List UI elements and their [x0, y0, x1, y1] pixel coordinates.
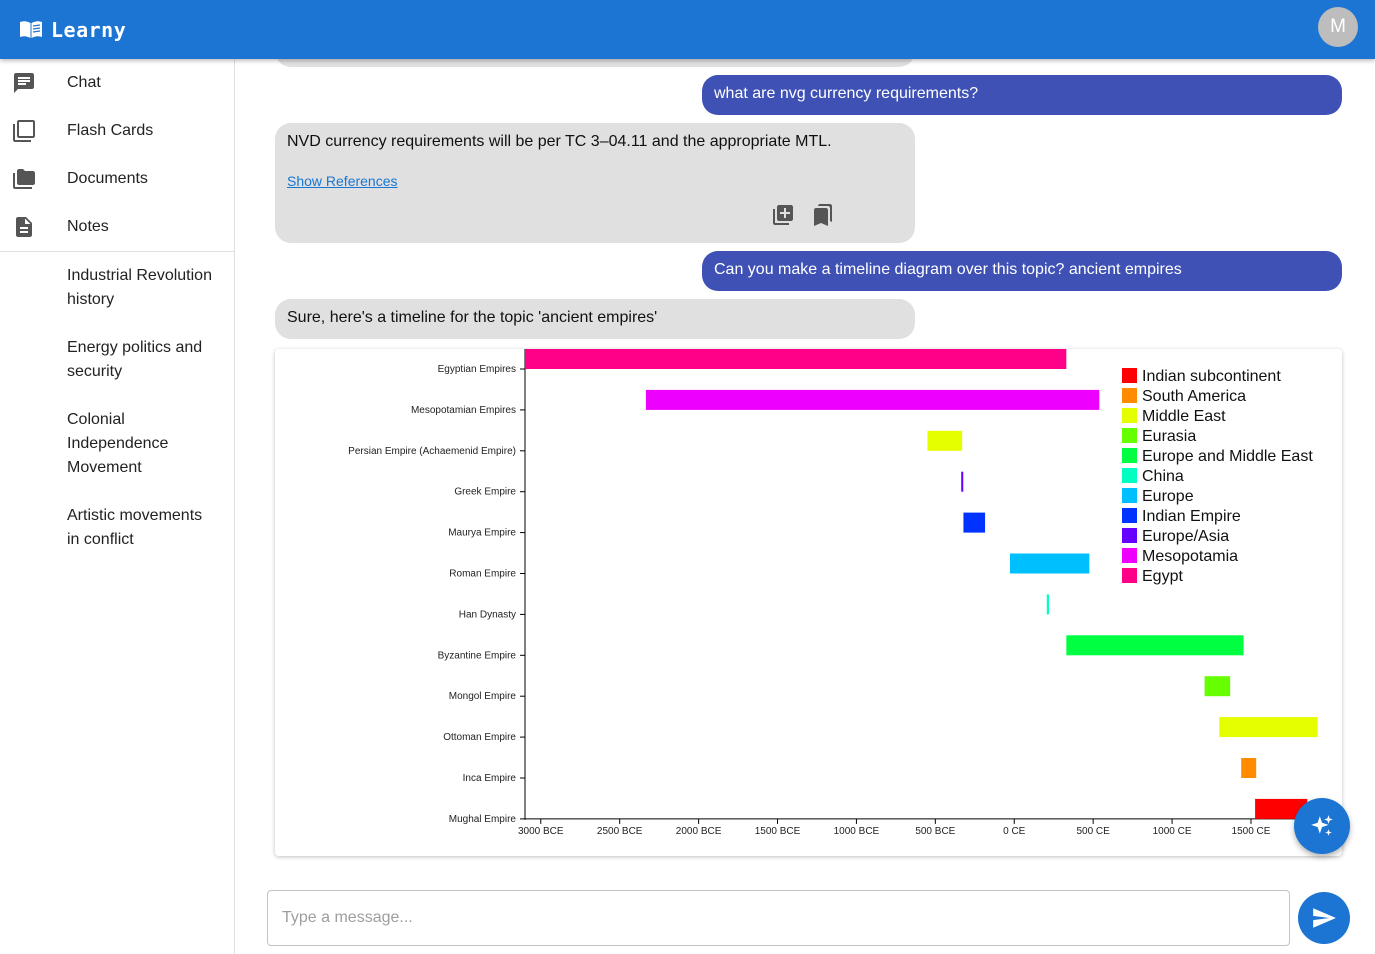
- sidebar-item-label: Flash Cards: [67, 122, 154, 139]
- topic-item[interactable]: Colonial Independence Movement: [0, 396, 234, 492]
- message-input[interactable]: [267, 890, 1290, 946]
- send-button[interactable]: [1298, 892, 1350, 944]
- x-tick-label: 2500 BCE: [597, 826, 643, 837]
- folder-icon: [12, 169, 35, 189]
- legend-swatch: [1122, 388, 1137, 403]
- timeline-chart-card: Egyptian Empires Mesopotamian Empires Pers…: [275, 349, 1342, 856]
- legend-label: Europe: [1142, 488, 1194, 505]
- timeline-chart: Egyptian Empires Mesopotamian Empires Pers…: [348, 349, 1322, 837]
- assistant-message-text: NVD currency requirements will be per TC…: [287, 133, 832, 150]
- notes-icon: [16, 217, 32, 237]
- add-to-flash-cards-icon[interactable]: [771, 203, 795, 227]
- sidebar-item-chat[interactable]: Chat: [0, 59, 234, 107]
- legend-swatch: [1122, 408, 1137, 423]
- timeline-bar: [1009, 553, 1090, 574]
- legend-label: Mesopotamia: [1142, 548, 1238, 565]
- x-tick-label: 1000 CE: [1153, 826, 1192, 837]
- timeline-bar: [961, 471, 964, 492]
- legend-label: Eurasia: [1142, 428, 1196, 445]
- y-tick-label: Mesopotamian Empires: [411, 405, 516, 416]
- timeline-bar: [525, 349, 1067, 369]
- sidebar-item-label: Documents: [67, 170, 148, 187]
- legend-swatch: [1122, 528, 1137, 543]
- legend-label: Middle East: [1142, 408, 1226, 425]
- x-tick-label: 1500 CE: [1232, 826, 1271, 837]
- y-tick-label: Ottoman Empire: [443, 732, 516, 743]
- legend-swatch: [1122, 568, 1137, 583]
- x-tick-label: 2000 BCE: [676, 826, 722, 837]
- topic-item[interactable]: Industrial Revolution history: [0, 252, 234, 324]
- y-tick-label: Greek Empire: [454, 487, 516, 498]
- assistant-message: Sure, here's a timeline for the topic 'a…: [275, 299, 915, 339]
- x-tick-label: 500 CE: [1076, 826, 1110, 837]
- x-tick-label: 0 CE: [1003, 826, 1026, 837]
- timeline-bar: [963, 512, 986, 533]
- chat-icon: [14, 73, 34, 93]
- legend-label: China: [1142, 468, 1184, 485]
- brand[interactable]: Learny: [19, 18, 126, 42]
- legend-swatch: [1122, 448, 1137, 463]
- timeline-bar: [927, 430, 963, 451]
- legend-swatch: [1122, 548, 1137, 563]
- assistant-message: NVD currency requirements will be per TC…: [275, 123, 915, 243]
- assistant-message-text: Sure, here's a timeline for the topic 'a…: [287, 309, 658, 326]
- app-name: Learny: [51, 17, 127, 42]
- legend-label: South America: [1142, 388, 1246, 405]
- flash-cards-icon: [13, 120, 35, 142]
- timeline-bar: [1046, 594, 1049, 615]
- y-tick-label: Inca Empire: [463, 773, 517, 784]
- legend-swatch: [1122, 368, 1137, 383]
- x-tick-label: 1500 BCE: [755, 826, 801, 837]
- legend-label: Europe and Middle East: [1142, 448, 1313, 465]
- show-references-link[interactable]: Show References: [287, 173, 398, 189]
- x-tick-label: 500 BCE: [915, 826, 955, 837]
- x-tick-label: 3000 BCE: [518, 826, 564, 837]
- sidebar-item-label: Notes: [67, 218, 109, 235]
- avatar[interactable]: M: [1318, 7, 1358, 47]
- bookmarks-icon[interactable]: [811, 203, 835, 227]
- sidebar-item-flash-cards[interactable]: Flash Cards: [0, 107, 234, 155]
- sparkles-icon: [1311, 815, 1333, 836]
- y-tick-label: Byzantine Empire: [438, 650, 517, 661]
- user-message: what are nvg currency requirements?: [702, 75, 1342, 115]
- ai-assist-button[interactable]: [1294, 798, 1350, 854]
- y-tick-label: Egyptian Empires: [438, 364, 516, 375]
- send-icon: [1313, 908, 1336, 928]
- timeline-bar: [1204, 676, 1231, 697]
- y-tick-label: Maurya Empire: [448, 528, 516, 539]
- sidebar: Chat Flash Cards Documents Notes Industr…: [0, 59, 235, 954]
- legend-swatch: [1122, 468, 1137, 483]
- timeline-bar: [1066, 635, 1244, 656]
- timeline-bar: [1241, 758, 1257, 778]
- x-tick-label: 1000 BCE: [834, 826, 880, 837]
- book-icon: [20, 20, 42, 38]
- sidebar-item-notes[interactable]: Notes: [0, 203, 234, 251]
- topic-item[interactable]: Energy politics and security: [0, 324, 234, 396]
- y-tick-label: Mongol Empire: [449, 691, 517, 702]
- y-tick-label: Persian Empire (Achaemenid Empire): [348, 446, 516, 457]
- app-header: Learny M: [0, 0, 1375, 59]
- previous-message-bubble: [275, 59, 915, 67]
- legend-label: Indian Empire: [1142, 508, 1241, 525]
- topic-item[interactable]: Artistic movements in conflict: [0, 492, 234, 564]
- sidebar-item-label: Chat: [67, 74, 101, 91]
- y-tick-label: Han Dynasty: [459, 609, 516, 620]
- y-tick-label: Roman Empire: [449, 569, 516, 580]
- legend-label: Indian subcontinent: [1142, 368, 1281, 385]
- user-message: Can you make a timeline diagram over thi…: [702, 251, 1342, 291]
- timeline-bar: [645, 389, 1100, 410]
- sidebar-item-documents[interactable]: Documents: [0, 155, 234, 203]
- legend-swatch: [1122, 428, 1137, 443]
- chat-area[interactable]: what are nvg currency requirements? NVD …: [235, 59, 1375, 879]
- legend-label: Europe/Asia: [1142, 528, 1229, 545]
- timeline-bar: [1219, 717, 1318, 738]
- y-tick-label: Mughal Empire: [449, 814, 517, 825]
- legend-label: Egypt: [1142, 568, 1183, 585]
- legend-swatch: [1122, 508, 1137, 523]
- legend-swatch: [1122, 488, 1137, 503]
- user-message-text: what are nvg currency requirements?: [714, 85, 979, 102]
- user-message-text: Can you make a timeline diagram over thi…: [714, 261, 1182, 278]
